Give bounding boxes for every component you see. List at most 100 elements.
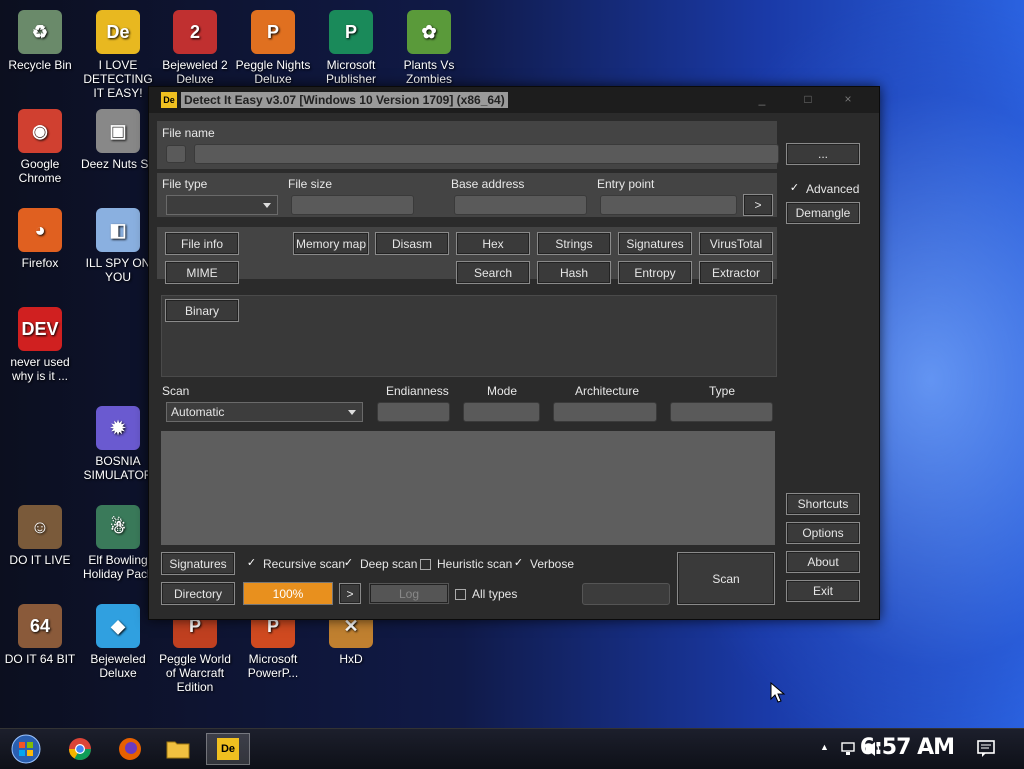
type-field — [670, 402, 773, 422]
signatures-bottom-button[interactable]: Signatures — [161, 552, 235, 575]
start-button[interactable] — [6, 733, 46, 765]
app-icon: ✿ — [407, 10, 451, 54]
entropy-button[interactable]: Entropy — [618, 261, 692, 284]
app-icon: ◧ — [96, 208, 140, 252]
entry-point-go-button[interactable]: > — [743, 194, 773, 216]
tray-expand-icon[interactable]: ▲ — [820, 742, 829, 752]
desktop-icon[interactable]: De I LOVE DETECTING IT EASY! — [78, 4, 158, 100]
status-field — [582, 583, 670, 605]
base-address-label: Base address — [451, 177, 525, 191]
desktop-icon-label: Recycle Bin — [8, 58, 72, 72]
architecture-label: Architecture — [575, 384, 640, 398]
deep-scan-label: Deep scan — [360, 557, 418, 571]
close-button[interactable]: × — [833, 91, 863, 109]
demangle-button[interactable]: Demangle — [786, 202, 860, 224]
file-icon-box — [166, 145, 186, 163]
check-icon: ✓ — [513, 556, 524, 569]
scan-result-area — [161, 431, 775, 545]
log-button[interactable]: Log — [369, 583, 449, 604]
desktop-icon-label: Plants Vs Zombies — [403, 58, 455, 86]
hash-button[interactable]: Hash — [537, 261, 611, 284]
desktop-icon-label: Elf Bowling Holiday Pack — [82, 553, 154, 581]
deep-scan-checkbox[interactable]: ✓ Deep scan — [343, 557, 417, 571]
hex-button[interactable]: Hex — [456, 232, 530, 255]
all-types-checkbox[interactable]: All types — [455, 587, 517, 601]
desktop-icon[interactable]: ▣ Deez Nuts Sp — [78, 103, 158, 171]
app-icon: ☺ — [18, 505, 62, 549]
scan-label: Scan — [162, 384, 190, 398]
scan-mode-select[interactable]: Automatic — [166, 402, 363, 422]
desktop-icon[interactable]: ☃ Elf Bowling Holiday Pack — [78, 499, 158, 581]
base-address-field — [454, 195, 587, 215]
app-icon: 64 — [18, 604, 62, 648]
title-bar[interactable]: De Detect It Easy v3.07 [Windows 10 Vers… — [149, 87, 879, 113]
binary-button[interactable]: Binary — [165, 299, 239, 322]
memory-map-button[interactable]: Memory map — [293, 232, 369, 255]
desktop-icon[interactable]: DEV never used why is it ... — [0, 301, 80, 383]
all-types-label: All types — [472, 587, 518, 601]
desktop-icon[interactable]: ◆ Bejeweled Deluxe — [78, 598, 158, 680]
recursive-scan-checkbox[interactable]: ✓ Recursive scan — [246, 557, 345, 571]
desktop-icon[interactable]: ◕ Firefox — [0, 202, 80, 270]
type-label: Type — [709, 384, 736, 398]
desktop-icon-label: HxD — [339, 652, 363, 666]
heuristic-scan-checkbox[interactable]: Heuristic scan — [420, 557, 512, 571]
virustotal-button[interactable]: VirusTotal — [699, 232, 773, 255]
minimize-button[interactable]: _ — [747, 91, 777, 109]
action-center-icon[interactable] — [976, 738, 996, 758]
directory-button[interactable]: Directory — [161, 582, 235, 605]
taskbar-detect-it-easy[interactable]: De — [206, 733, 250, 765]
file-name-input[interactable] — [194, 144, 779, 164]
desktop-icon-label: BOSNIA SIMULATOR — [83, 454, 153, 482]
taskbar-chrome[interactable] — [60, 733, 100, 765]
file-type-label: File type — [162, 177, 208, 191]
advanced-label: Advanced — [806, 182, 860, 196]
network-icon[interactable] — [840, 741, 858, 757]
strings-button[interactable]: Strings — [537, 232, 611, 255]
next-button[interactable]: > — [339, 583, 361, 604]
exit-button[interactable]: Exit — [786, 580, 860, 602]
about-button[interactable]: About — [786, 551, 860, 573]
extractor-button[interactable]: Extractor — [699, 261, 773, 284]
endianness-field — [377, 402, 450, 422]
die-app-icon: De — [161, 92, 177, 108]
browse-button[interactable]: ... — [786, 143, 860, 165]
check-icon: ✓ — [789, 181, 800, 194]
mime-button[interactable]: MIME — [165, 261, 239, 284]
taskbar: De ▲ 6:57 AM — [0, 728, 1024, 769]
desktop-icon-label: DO IT 64 BIT — [4, 652, 76, 666]
signatures-button[interactable]: Signatures — [618, 232, 692, 255]
advanced-checkbox[interactable]: ✓ Advanced — [789, 182, 859, 196]
taskbar-clock[interactable]: 6:57 AM — [860, 735, 955, 760]
entry-point-field — [600, 195, 737, 215]
desktop-icon[interactable]: P Peggle Nights Deluxe — [233, 4, 313, 86]
desktop-icon[interactable]: ✹ BOSNIA SIMULATOR — [78, 400, 158, 482]
file-size-label: File size — [288, 177, 333, 191]
desktop-icon[interactable]: ♻ Recycle Bin — [0, 4, 80, 72]
desktop-icon[interactable]: ◧ ILL SPY ON YOU — [78, 202, 158, 284]
progress-text: 100% — [272, 587, 304, 601]
file-info-button[interactable]: File info — [165, 232, 239, 255]
search-button[interactable]: Search — [456, 261, 530, 284]
desktop-icon[interactable]: ◉ Google Chrome — [0, 103, 80, 185]
desktop-icon[interactable]: ✿ Plants Vs Zombies — [389, 4, 469, 86]
file-type-select[interactable] — [166, 195, 278, 215]
app-icon: DEV — [18, 307, 62, 351]
scan-button[interactable]: Scan — [677, 552, 775, 605]
shortcuts-button[interactable]: Shortcuts — [786, 493, 860, 515]
desktop-icon[interactable]: 64 DO IT 64 BIT — [0, 598, 80, 666]
desktop-icon[interactable]: 2 Bejeweled 2 Deluxe — [155, 4, 235, 86]
die-taskbar-icon: De — [217, 738, 239, 760]
firefox-icon — [119, 738, 141, 760]
options-button[interactable]: Options — [786, 522, 860, 544]
verbose-checkbox[interactable]: ✓ Verbose — [513, 557, 574, 571]
checkbox-box — [455, 588, 466, 600]
taskbar-firefox[interactable] — [110, 733, 150, 765]
checkbox-box — [420, 558, 431, 570]
desktop-icon-label: I LOVE DETECTING IT EASY! — [83, 58, 153, 100]
chrome-icon — [69, 738, 91, 760]
taskbar-explorer[interactable] — [158, 733, 198, 765]
desktop-icon[interactable]: ☺ DO IT LIVE — [0, 499, 80, 567]
disasm-button[interactable]: Disasm — [375, 232, 449, 255]
maximize-button[interactable]: □ — [793, 91, 823, 109]
